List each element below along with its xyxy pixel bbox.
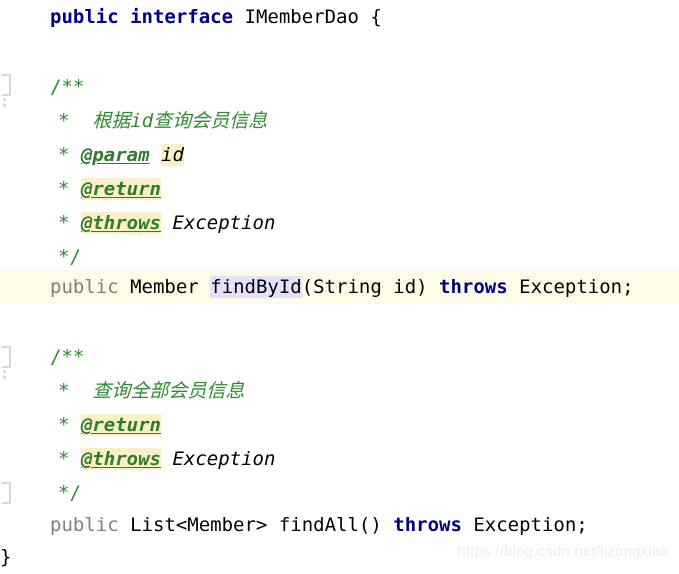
code-line-javadoc2-throws[interactable]: * @throws Exception [0, 442, 679, 476]
code-line-javadoc1-param[interactable]: * @param id [0, 138, 679, 172]
javadoc-star: * [58, 380, 70, 402]
param-type-string: String [313, 276, 382, 298]
exception-type: Exception; [519, 276, 634, 298]
param-name-id: id [393, 276, 417, 298]
code-line-javadoc1-throws[interactable]: * @throws Exception [0, 206, 679, 240]
javadoc-tag-return: @return [80, 178, 161, 200]
method-name-findbyid[interactable]: findById [210, 276, 302, 298]
brace-close: } [0, 546, 12, 568]
javadoc-close-token: */ [58, 482, 81, 504]
javadoc-param-name: id [161, 144, 184, 166]
code-line-javadoc1-return[interactable]: * @return [0, 172, 679, 206]
brace-open: { [370, 6, 382, 28]
javadoc-open-token: /** [50, 346, 85, 368]
code-line-method-findall[interactable]: public List<Member> findAll() throws Exc… [0, 508, 679, 542]
keyword-throws: throws [439, 276, 508, 298]
modifier-public: public [50, 514, 119, 536]
javadoc-description-text: 查询全部会员信息 [92, 380, 245, 402]
code-line-javadoc1-close[interactable]: */ [0, 240, 679, 274]
watermark-url: https://blog.csdn.net/lizongxiao [457, 543, 669, 560]
paren-close: ) [416, 276, 428, 298]
javadoc-close-token: */ [58, 246, 81, 268]
javadoc-star: * [58, 178, 70, 200]
javadoc-open-token: /** [50, 76, 85, 98]
return-type-member: Member [130, 276, 199, 298]
paren-open: ( [301, 276, 314, 298]
code-line-javadoc2-description[interactable]: * 查询全部会员信息 [0, 374, 679, 408]
javadoc-description-text: 根据id查询会员信息 [92, 110, 268, 132]
javadoc-star: * [58, 414, 70, 436]
javadoc-star: * [58, 144, 70, 166]
javadoc-star: * [58, 212, 70, 234]
exception-type: Exception; [473, 514, 588, 536]
javadoc-throws-type: Exception [172, 448, 276, 470]
code-line-javadoc1-description[interactable]: * 根据id查询会员信息 [0, 104, 679, 138]
method-name-findall[interactable]: findAll [279, 514, 359, 536]
code-editor[interactable]: public interface IMemberDao { /** * 根据id… [0, 0, 679, 574]
keyword-public: public [50, 6, 119, 28]
code-line-javadoc2-open[interactable]: /** [0, 340, 679, 374]
javadoc-tag-throws: @throws [80, 448, 161, 470]
modifier-public: public [50, 276, 119, 298]
javadoc-star: * [58, 448, 70, 470]
code-line-javadoc1-open[interactable]: /** [0, 70, 679, 104]
type-name-imemberdao: IMemberDao [244, 6, 359, 28]
javadoc-tag-return: @return [80, 414, 161, 436]
return-type-list-member: List<Member> [130, 514, 268, 536]
code-line-method-findbyid[interactable]: public Member findById(String id) throws… [0, 270, 679, 304]
code-line-javadoc2-close[interactable]: */ [0, 476, 679, 510]
parens-empty: () [358, 514, 382, 536]
keyword-throws: throws [393, 514, 462, 536]
code-line-javadoc2-return[interactable]: * @return [0, 408, 679, 442]
javadoc-throws-type: Exception [172, 212, 276, 234]
javadoc-tag-throws: @throws [80, 212, 161, 234]
javadoc-star: * [58, 110, 70, 132]
code-line-interface-declaration[interactable]: public interface IMemberDao { [0, 0, 679, 34]
javadoc-tag-param: @param [80, 144, 150, 166]
keyword-interface: interface [130, 6, 234, 28]
